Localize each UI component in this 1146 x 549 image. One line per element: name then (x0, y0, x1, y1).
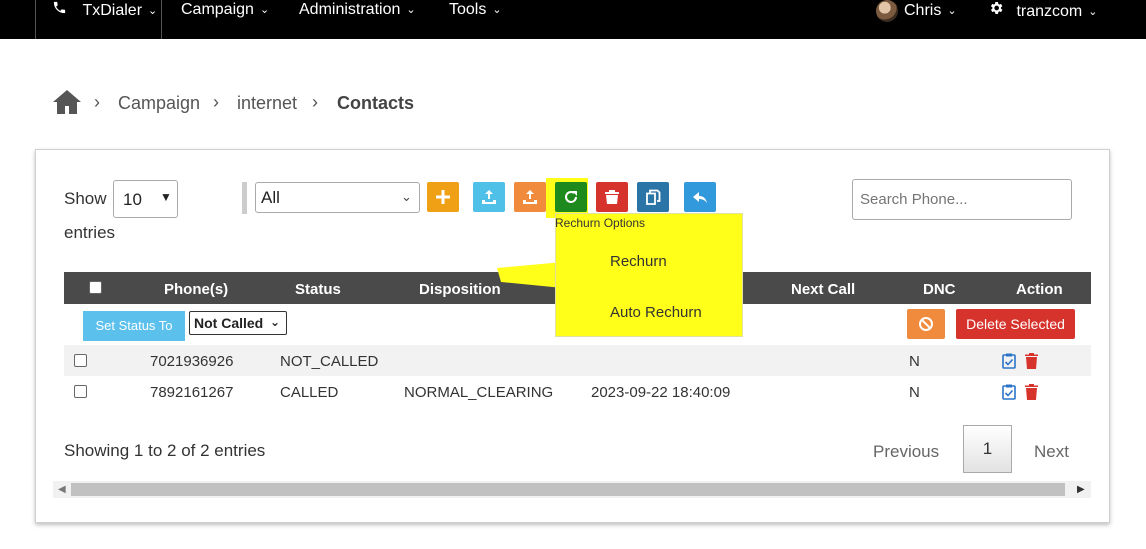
header-phone[interactable]: Phone(s) (164, 281, 228, 298)
scroll-right-icon[interactable]: ▶ (1077, 484, 1085, 495)
upload-icon (482, 190, 496, 204)
copy-button[interactable] (637, 182, 669, 212)
download-icon (523, 190, 537, 204)
nav-campaign[interactable]: Campaign ⌄ (181, 0, 269, 22)
chevron-right-icon: › (213, 92, 219, 112)
chevron-down-icon: ⌄ (259, 4, 270, 16)
nav-administration[interactable]: Administration ⌄ (299, 0, 416, 22)
edit-icon[interactable] (1002, 353, 1016, 374)
set-status-button[interactable]: Set Status To (83, 311, 185, 341)
row-status: NOT_CALLED (280, 353, 379, 370)
trash-icon[interactable] (1025, 384, 1038, 405)
row-next-call: 2023-09-22 18:40:09 (591, 384, 731, 401)
chevron-right-icon: › (312, 92, 318, 112)
menu-item-auto-rechurn[interactable]: Auto Rechurn (610, 304, 702, 321)
chevron-down-icon: ⌄ (1088, 6, 1098, 18)
import-button[interactable] (473, 182, 505, 212)
header-next-call[interactable]: Next Call (791, 281, 855, 298)
search-phone-input[interactable] (852, 179, 1072, 220)
plus-icon (436, 190, 450, 204)
breadcrumb-internet[interactable]: internet (237, 93, 297, 114)
chevron-down-icon: ⌄ (401, 189, 412, 204)
highlight-stroke (497, 262, 563, 288)
set-status-select[interactable]: Not Called ⌄ (189, 311, 287, 335)
table-info: Showing 1 to 2 of 2 entries (64, 441, 266, 460)
show-label: Show (64, 189, 107, 208)
status-filter-select[interactable]: All ⌄ (255, 182, 420, 213)
copy-icon (646, 189, 661, 205)
pagination-previous[interactable]: Previous (873, 442, 939, 462)
brand-name: TxDialer (82, 2, 143, 19)
horizontal-scrollbar[interactable]: ◀ ▶ (53, 481, 1091, 498)
chevron-down-icon: ⌄ (270, 315, 281, 329)
home-icon[interactable] (52, 88, 82, 121)
top-navbar: TxDialer ⌄ Campaign ⌄ Administration ⌄ Tool… (0, 0, 1146, 39)
page-size-value: 10 (123, 190, 142, 209)
user-name: Chris (904, 2, 942, 20)
account-name: tranzcom (1016, 3, 1083, 20)
chevron-right-icon: › (94, 92, 100, 112)
row-dnc: N (909, 353, 920, 370)
row-status: CALLED (280, 384, 339, 401)
reply-icon (693, 192, 707, 203)
filter-separator (242, 182, 247, 214)
scroll-left-icon[interactable]: ◀ (58, 484, 66, 495)
chevron-down-icon: ⌄ (148, 5, 158, 17)
header-disposition[interactable]: Disposition (419, 281, 501, 298)
back-button[interactable] (684, 182, 716, 212)
trash-icon (605, 190, 619, 204)
menu-item-rechurn[interactable]: Rechurn (610, 253, 667, 270)
refresh-icon (565, 191, 577, 203)
row-phone: 7892161267 (150, 384, 234, 401)
phone-icon (52, 0, 68, 21)
rechurn-tooltip: Rechurn Options (555, 216, 646, 230)
page-size-select[interactable]: 10 ▼ (113, 180, 178, 218)
brand-menu[interactable]: TxDialer ⌄ (52, 0, 157, 22)
row-phone: 7021936926 (150, 353, 234, 370)
header-dnc[interactable]: DNC (923, 281, 956, 298)
row-disposition: NORMAL_CLEARING (404, 384, 554, 401)
unblock-dnc-button[interactable] (907, 309, 945, 339)
chevron-down-icon: ⌄ (492, 4, 502, 16)
nav-administration-label: Administration (299, 1, 401, 18)
nav-tools[interactable]: Tools ⌄ (449, 0, 502, 22)
rechurn-options-button[interactable] (555, 182, 587, 212)
header-status[interactable]: Status (295, 281, 341, 298)
chevron-down-icon: ⌄ (406, 4, 416, 16)
nav-tools-label: Tools (449, 1, 487, 18)
delete-selected-button[interactable]: Delete Selected (956, 309, 1075, 339)
avatar (876, 0, 898, 22)
rechurn-dropdown-menu: Rechurn Auto Rechurn (555, 213, 743, 337)
row-dnc: N (909, 384, 920, 401)
pagination-next[interactable]: Next (1034, 442, 1069, 462)
header-action: Action (1016, 281, 1063, 298)
nav-campaign-label: Campaign (181, 1, 254, 18)
gear-icon (988, 0, 1006, 22)
breadcrumb-contacts: Contacts (337, 93, 415, 113)
delete-all-button[interactable] (596, 182, 628, 212)
entries-label: entries (64, 223, 116, 242)
export-button[interactable] (514, 182, 546, 212)
edit-icon[interactable] (1002, 384, 1016, 405)
select-all-checkbox[interactable] (89, 281, 102, 294)
set-status-value: Not Called (194, 315, 264, 331)
breadcrumb-campaign[interactable]: Campaign (118, 93, 200, 114)
chevron-down-icon: ▼ (160, 190, 172, 204)
chevron-down-icon: ⌄ (947, 5, 957, 18)
row-checkbox[interactable] (74, 385, 87, 398)
row-checkbox[interactable] (74, 354, 87, 367)
status-filter-value: All (261, 188, 280, 207)
trash-icon[interactable] (1025, 353, 1038, 374)
scrollbar-thumb[interactable] (71, 483, 1065, 496)
pagination-page-1[interactable]: 1 (963, 425, 1012, 473)
account-menu[interactable]: tranzcom ⌄ (988, 0, 1097, 22)
add-contact-button[interactable] (427, 182, 459, 212)
user-menu[interactable]: Chris ⌄ (876, 0, 957, 22)
ban-icon (919, 317, 933, 331)
